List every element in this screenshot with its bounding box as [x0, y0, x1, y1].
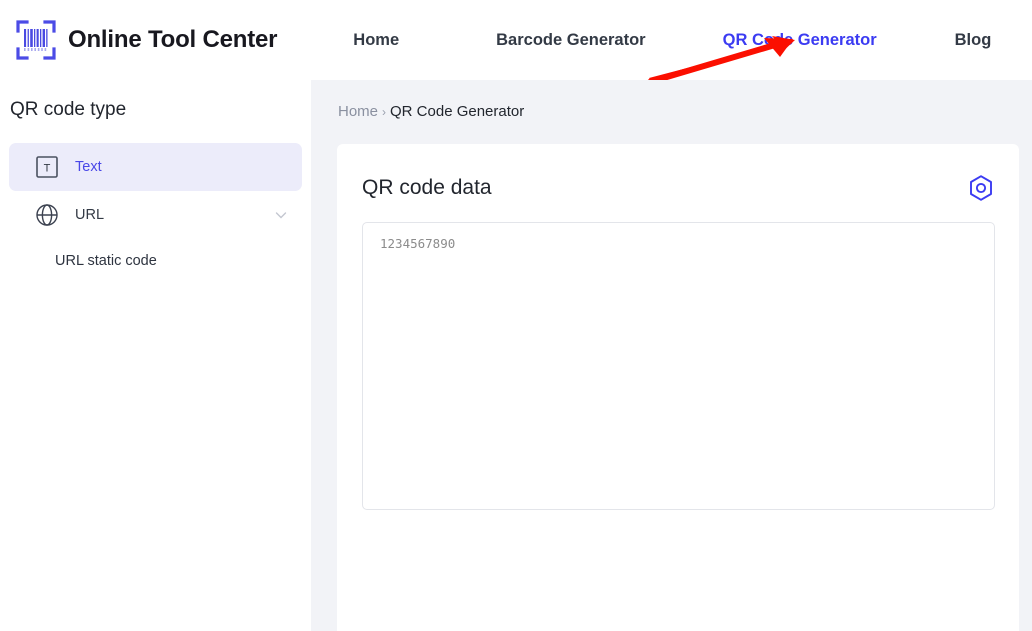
- breadcrumb-home[interactable]: Home: [338, 103, 378, 120]
- hexagon-target-icon[interactable]: [967, 174, 995, 202]
- qr-code-data-card: QR code data 1234567890: [337, 144, 1019, 631]
- card-header: QR code data: [337, 144, 1019, 202]
- sidebar-item-label: Text: [75, 159, 102, 175]
- page-title: QR code data: [362, 176, 492, 199]
- content-area: Home › QR Code Generator QR code data 12…: [311, 80, 1032, 631]
- logo-text: Online Tool Center: [68, 26, 278, 53]
- globe-icon: [35, 203, 59, 227]
- sidebar: QR code type T Text URL URL static code: [0, 80, 311, 631]
- svg-text:T: T: [44, 163, 51, 175]
- nav-item-blog[interactable]: Blog: [955, 31, 992, 50]
- main-nav: Home Barcode Generator QR Code Generator…: [353, 31, 991, 50]
- site-header: Online Tool Center Home Barcode Generato…: [0, 0, 1032, 80]
- sidebar-title: QR code type: [10, 99, 127, 120]
- breadcrumb: Home › QR Code Generator: [311, 80, 1032, 120]
- breadcrumb-separator-icon: ›: [382, 104, 387, 119]
- nav-item-home[interactable]: Home: [353, 31, 399, 50]
- sidebar-subitem-url-static-code[interactable]: URL static code: [0, 239, 311, 269]
- logo[interactable]: Online Tool Center: [14, 18, 277, 62]
- nav-item-barcode-generator[interactable]: Barcode Generator: [496, 31, 645, 50]
- sidebar-item-label: URL: [75, 207, 105, 223]
- qr-data-textarea[interactable]: 1234567890: [362, 222, 995, 510]
- breadcrumb-current: QR Code Generator: [390, 103, 525, 120]
- page-root: Online Tool Center Home Barcode Generato…: [0, 0, 1032, 631]
- sidebar-item-text[interactable]: T Text: [9, 143, 302, 191]
- chevron-down-icon[interactable]: [274, 208, 288, 222]
- sidebar-item-url[interactable]: URL: [9, 191, 302, 239]
- text-box-icon: T: [35, 155, 59, 179]
- nav-item-qr-code-generator[interactable]: QR Code Generator: [723, 31, 877, 50]
- barcode-scanner-icon: [14, 18, 58, 62]
